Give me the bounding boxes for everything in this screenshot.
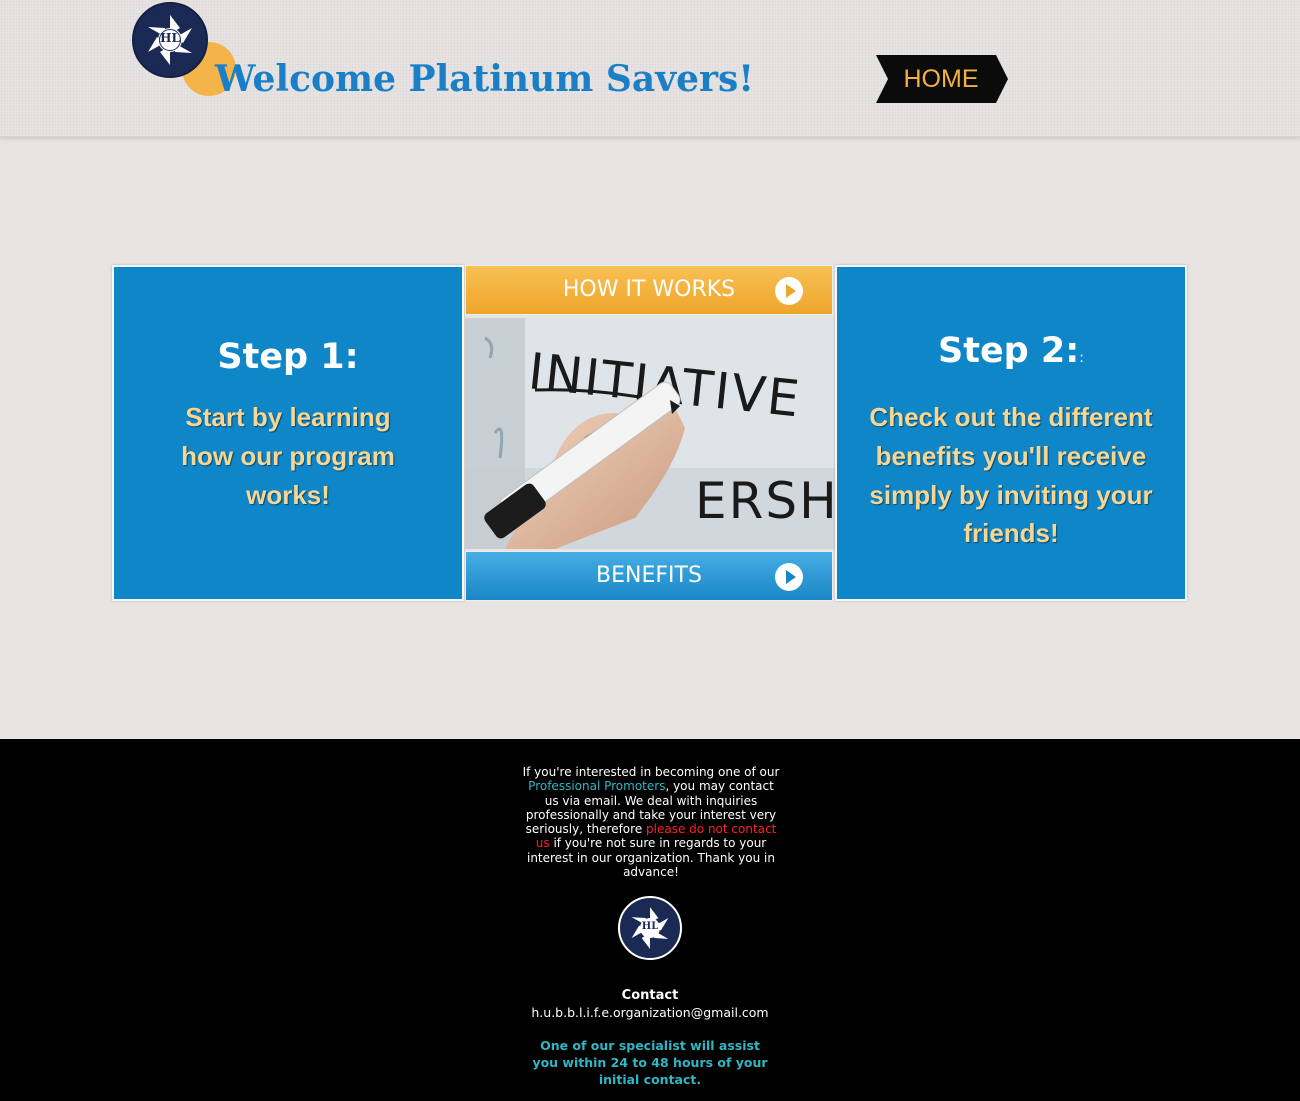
step-2-title: Step 2:: [837, 331, 1185, 371]
how-it-works-button[interactable]: HOW IT WORKS [465, 265, 833, 315]
hl-flower-logo-icon[interactable]: HL [618, 896, 682, 960]
site-header: HL Welcome Platinum Savers! HOME [0, 0, 1300, 138]
contact-email[interactable]: h.u.b.b.l.i.f.e.organization@gmail.com [0, 1005, 1300, 1020]
center-column: HOW IT WORKS INITIATIVE ERSHI [463, 265, 835, 601]
footer-logo-initials: HL [641, 921, 659, 932]
home-nav-label: HOME [903, 65, 979, 93]
play-circle-icon [775, 277, 803, 305]
benefits-button[interactable]: BENEFITS [465, 551, 833, 601]
promoter-info-text: If you're interested in becoming one of … [520, 765, 782, 879]
step-1-line-1: Start by learning [185, 402, 391, 432]
step-2-line-4: friends! [963, 518, 1059, 548]
step-1-line-2: how our program [181, 441, 395, 471]
step-2-title-text: Step 2: [938, 331, 1080, 371]
site-footer: If you're interested in becoming one of … [0, 739, 1300, 1101]
step-2-line-2: benefits you'll receive [875, 441, 1147, 471]
logo-initials: HL [160, 31, 180, 45]
step-2-panel: Step 2:: Check out the different benefit… [835, 265, 1187, 601]
initiative-photo: INITIATIVE ERSHI [465, 318, 835, 549]
step-1-line-3: works! [246, 480, 330, 510]
whiteboard-illustration: INITIATIVE ERSHI [465, 318, 835, 549]
step-2-line-3: simply by inviting your [869, 480, 1153, 510]
home-nav-button[interactable]: HOME [874, 55, 1008, 103]
page-title: Welcome Platinum Savers! [215, 58, 755, 100]
promoter-intro-1: If you're interested in becoming one of … [522, 765, 780, 779]
step-1-title: Step 1: [217, 337, 359, 377]
professional-promoters-link[interactable]: Professional Promoters [528, 779, 665, 793]
svg-text:ERSHI: ERSHI [695, 472, 835, 530]
contact-heading: Contact [621, 988, 679, 1003]
hl-flower-logo-icon: HL [132, 2, 208, 78]
specialist-note: One of our specialist will assist you wi… [532, 1038, 768, 1087]
play-circle-icon [775, 563, 803, 591]
step-1-panel: Step 1: Start by learning how our progra… [112, 265, 464, 601]
step-2-line-1: Check out the different [869, 402, 1153, 432]
promoter-intro-3: if you're not sure in regards to your in… [526, 836, 775, 880]
step-2-title-suffix: : [1079, 350, 1084, 366]
